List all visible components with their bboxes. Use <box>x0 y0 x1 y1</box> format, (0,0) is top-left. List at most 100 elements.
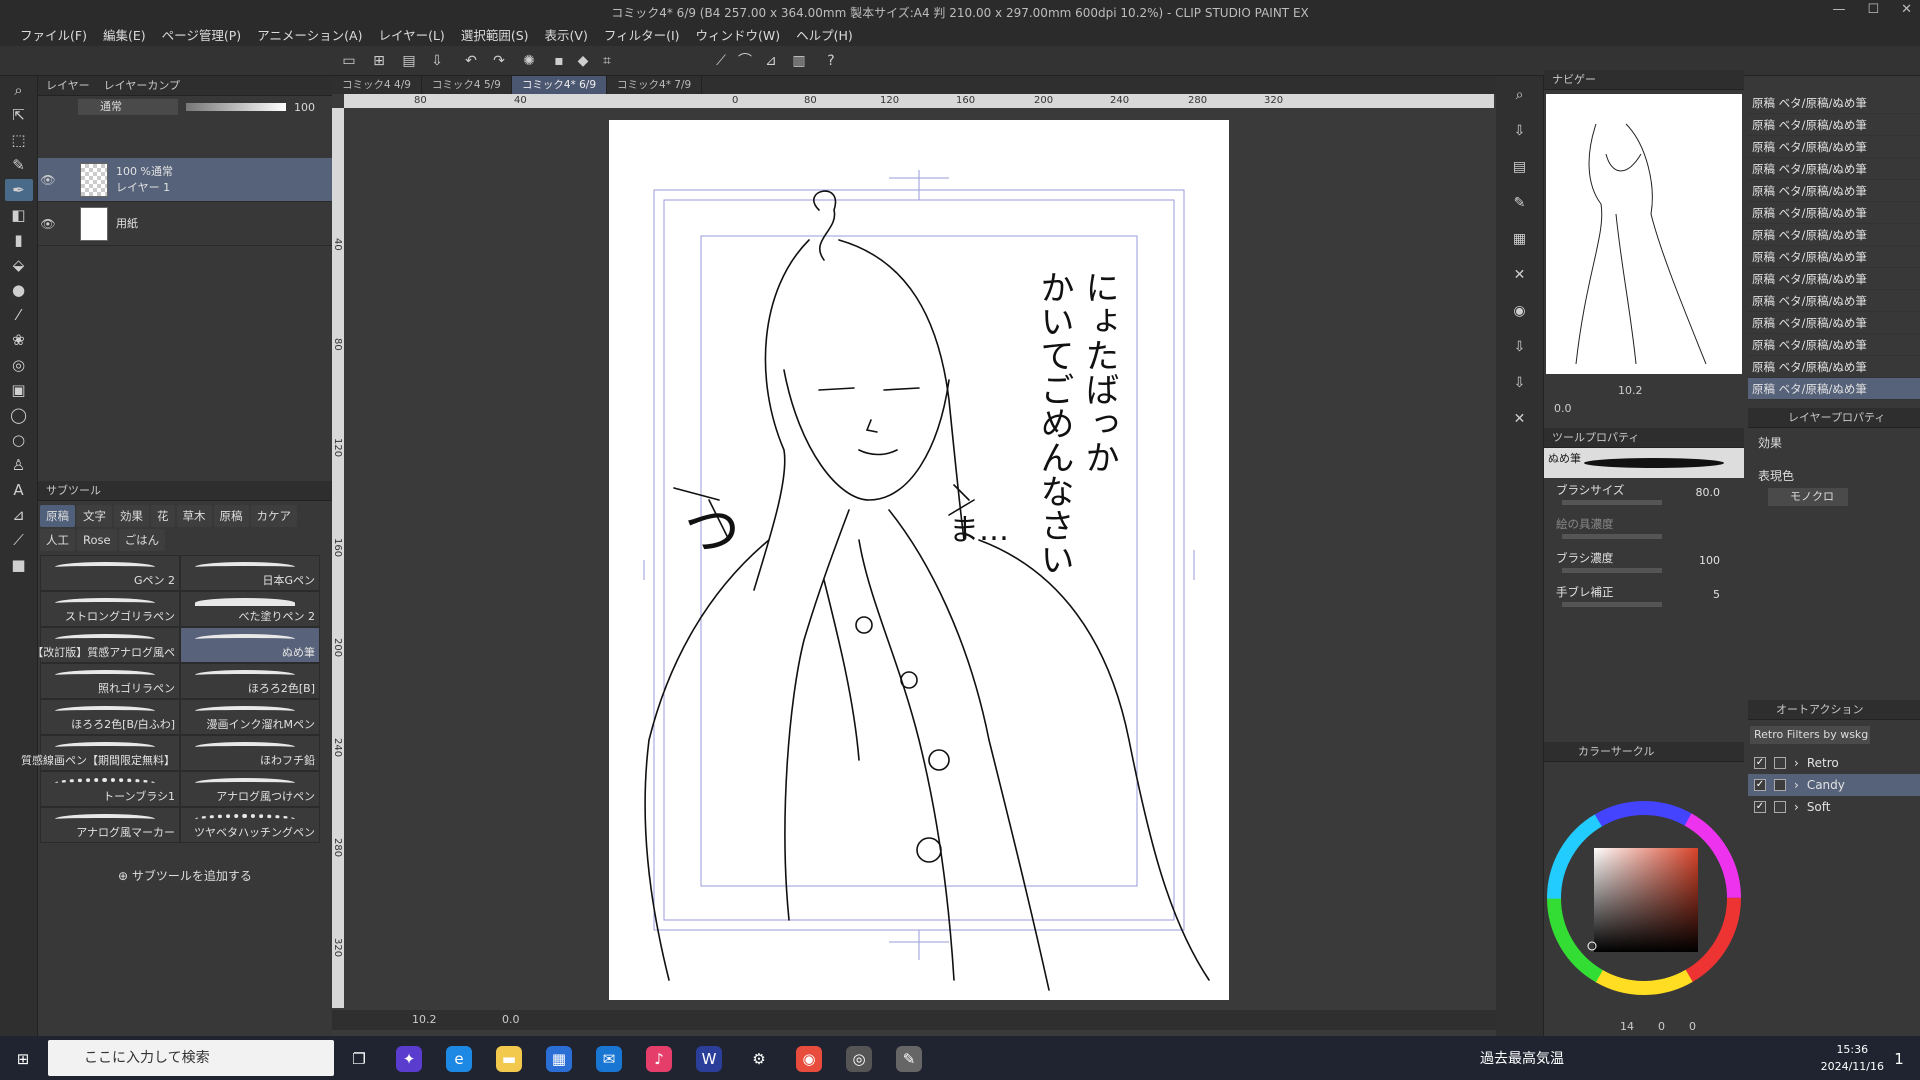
clear-icon[interactable]: ▪ <box>550 52 568 70</box>
manuscript-paper[interactable]: にょたばっか かいてごめんなさい つ ま… <box>609 120 1229 1000</box>
list-item[interactable]: 原稿 ベタ/原稿/ぬめ筆 <box>1748 92 1920 114</box>
gradient-icon[interactable]: ▣ <box>5 379 33 401</box>
brush-item[interactable]: アナログ風つけペン <box>180 771 320 807</box>
close-button[interactable]: ✕ <box>1901 2 1912 17</box>
menu-file[interactable]: ファイル(F) <box>12 25 95 44</box>
mail-icon[interactable]: ✉ <box>596 1046 622 1072</box>
brush-item[interactable]: ツヤベタハッチングペン <box>180 807 320 843</box>
copilot-icon[interactable]: ✦ <box>396 1046 422 1072</box>
list-item-selected[interactable]: 原稿 ベタ/原稿/ぬめ筆 <box>1748 378 1920 400</box>
fill-icon[interactable]: ◆ <box>574 52 592 70</box>
brush-item[interactable]: アナログ風マーカー <box>40 807 180 843</box>
canvas-tab[interactable]: コミック4* 7/9 <box>607 76 703 94</box>
fill-tool-icon[interactable]: ⬙ <box>5 254 33 276</box>
list-item[interactable]: 原稿 ベタ/原稿/ぬめ筆 <box>1748 246 1920 268</box>
brush-item[interactable]: 質感線画ペン【期間限定無料】 <box>21 735 180 771</box>
save-icon[interactable]: ⇩ <box>428 52 446 70</box>
layer-row-1[interactable]: 👁 100 %通常 レイヤー 1 <box>38 158 332 202</box>
list-item[interactable]: 原稿 ベタ/原稿/ぬめ筆 <box>1748 224 1920 246</box>
pen-tool-icon[interactable]: ✒ <box>4 179 33 201</box>
task-view-icon[interactable]: ❐ <box>346 1046 372 1072</box>
navigator-zoom[interactable]: 10.2 <box>1618 384 1643 397</box>
brush-item[interactable]: トーンブラシ1 <box>40 771 180 807</box>
menu-edit[interactable]: 編集(E) <box>95 25 154 44</box>
save-icon[interactable]: ⇩ <box>1506 370 1534 396</box>
canvas-tab[interactable]: コミック4 5/9 <box>422 76 512 94</box>
brush-density-row[interactable]: ブラシ濃度 100 <box>1544 546 1744 580</box>
airbrush-icon[interactable]: ◎ <box>5 354 33 376</box>
list-item[interactable]: ✓ › Retro <box>1748 752 1920 774</box>
music-icon[interactable]: ♪ <box>646 1046 672 1072</box>
zoom-tool-icon[interactable]: ⌕ <box>5 79 33 101</box>
taskbar-clock[interactable]: 15:36 2024/11/16 <box>1821 1041 1884 1075</box>
new-file-icon[interactable]: ▭ <box>340 52 358 70</box>
list-item[interactable]: ✓ › Soft <box>1748 796 1920 818</box>
brush-item[interactable]: ほろろ2色[B] <box>180 663 320 699</box>
maximize-button[interactable]: ☐ <box>1867 2 1879 17</box>
weather-text[interactable]: 過去最高気温 <box>1480 1048 1564 1068</box>
close-panel-icon[interactable]: ✕ <box>1506 262 1534 288</box>
clip-studio-paint-icon[interactable]: ✎ <box>896 1046 922 1072</box>
menu-view[interactable]: 表示(V) <box>537 25 596 44</box>
brush-item[interactable]: ストロングゴリラペン <box>40 591 180 627</box>
color-circle[interactable] <box>1544 790 1744 1010</box>
subtool-tab-genkou[interactable]: 原稿 <box>40 505 75 527</box>
navigator-thumbnail[interactable] <box>1546 94 1742 374</box>
taskbar-search-input[interactable]: ここに入力して検索 <box>48 1040 334 1076</box>
list-item[interactable]: 原稿 ベタ/原稿/ぬめ筆 <box>1748 136 1920 158</box>
material-icon[interactable]: ▤ <box>1506 154 1534 180</box>
operation-tool-icon[interactable]: ⇱ <box>5 104 33 126</box>
list-item[interactable]: 原稿 ベタ/原稿/ぬめ筆 <box>1748 334 1920 356</box>
brush-item[interactable]: 日本Gペン <box>180 555 320 591</box>
eye-icon[interactable]: 👁 <box>38 217 58 231</box>
eyedropper-icon[interactable]: ✎ <box>5 154 33 176</box>
opacity-slider[interactable] <box>186 103 286 111</box>
subtool-tab-flower[interactable]: 花 <box>151 505 175 527</box>
import-icon[interactable]: ⇩ <box>1506 118 1534 144</box>
blend-icon[interactable]: ● <box>5 279 33 301</box>
undo-icon[interactable]: ↶ <box>462 52 480 70</box>
edge-icon[interactable]: e <box>446 1046 472 1072</box>
list-item-selected[interactable]: ✓ › Candy <box>1748 774 1920 796</box>
subtool-tab-text[interactable]: 文字 <box>77 505 112 527</box>
menu-filter[interactable]: フィルター(I) <box>596 25 688 44</box>
brush-item[interactable]: 【改訂版】質感アナログ風ペ <box>32 627 180 663</box>
eye-icon[interactable]: 👁 <box>38 173 58 187</box>
brush-tool-icon[interactable]: ⁄ <box>5 304 33 326</box>
menu-animation[interactable]: アニメーション(A) <box>249 25 370 44</box>
subtool-tab-genkou2[interactable]: 原稿 <box>213 505 249 527</box>
close-panel-icon[interactable]: ✕ <box>1506 406 1534 432</box>
subtool-tab-artificial[interactable]: 人工 <box>40 529 75 551</box>
camera-icon[interactable]: ◉ <box>1506 298 1534 324</box>
subtool-tab-kakea[interactable]: カケア <box>250 505 297 527</box>
menu-window[interactable]: ウィンドウ(W) <box>688 25 789 44</box>
subtool-tab-gohan[interactable]: ごはん <box>118 529 166 551</box>
lasso-icon[interactable]: ◯ <box>5 404 33 426</box>
list-item[interactable]: 原稿 ベタ/原稿/ぬめ筆 <box>1748 312 1920 334</box>
help-icon[interactable]: ? <box>822 52 840 70</box>
blend-mode-select[interactable]: 通常 <box>78 99 178 115</box>
brush-item[interactable]: べた塗りペン 2 <box>180 591 320 627</box>
figure-icon[interactable]: ○ <box>5 429 33 451</box>
main-color-icon[interactable]: ■ <box>5 554 33 576</box>
grid-icon[interactable]: ▦ <box>1506 226 1534 252</box>
list-item[interactable]: 原稿 ベタ/原稿/ぬめ筆 <box>1748 158 1920 180</box>
canvas-tab-active[interactable]: コミック4* 6/9 <box>511 76 608 94</box>
brush-item-selected[interactable]: ぬめ筆 <box>180 627 320 663</box>
opacity-value[interactable]: 100 <box>294 101 315 114</box>
frame-icon[interactable]: ⊿ <box>5 504 33 526</box>
snap-curve-icon[interactable]: ⌒ <box>736 52 754 70</box>
new-page-icon[interactable]: ⊞ <box>370 52 388 70</box>
list-item[interactable]: 原稿 ベタ/原稿/ぬめ筆 <box>1748 290 1920 312</box>
notification-icon[interactable]: 1 <box>1886 1046 1912 1072</box>
search-icon[interactable]: ⌕ <box>1506 82 1534 108</box>
zoom-value[interactable]: 10.2 <box>412 1013 437 1026</box>
clip-studio-icon[interactable]: ◎ <box>846 1046 872 1072</box>
brush-item[interactable]: ほろろ2色[B/白ふわ] <box>40 699 180 735</box>
chrome-icon[interactable]: ◉ <box>796 1046 822 1072</box>
decoration-icon[interactable]: ❀ <box>5 329 33 351</box>
list-item[interactable]: 原稿 ベタ/原稿/ぬめ筆 <box>1748 180 1920 202</box>
brush-item[interactable]: 照れゴリラペン <box>40 663 180 699</box>
transform-icon[interactable]: ⌗ <box>598 52 616 70</box>
brush-item[interactable]: Gペン 2 <box>40 555 180 591</box>
